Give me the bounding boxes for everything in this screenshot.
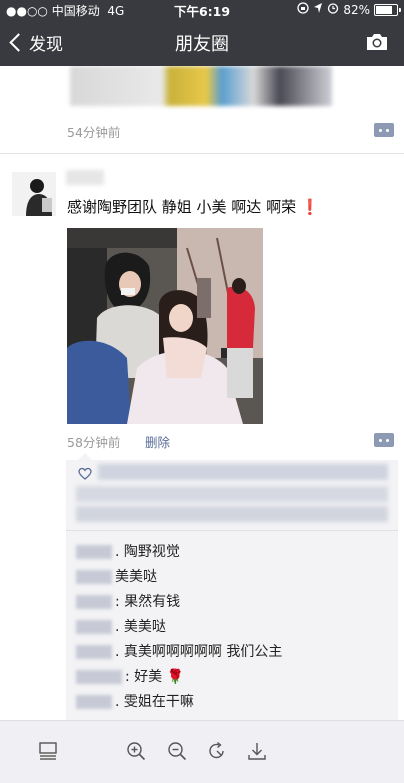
avatar[interactable]	[12, 172, 56, 216]
commenter-name[interactable]	[76, 595, 112, 609]
alarm-icon	[327, 2, 339, 17]
top-bar: ●●○○ 中国移动 4G 下午6:19 82% 发现 朋友圈	[0, 0, 404, 66]
comment-item[interactable]: 美美哒	[76, 566, 157, 586]
commenter-name[interactable]	[76, 670, 122, 684]
commenter-name[interactable]	[76, 620, 112, 634]
comment-text: : 好美 🌹	[125, 669, 185, 685]
viewer-toolbar	[0, 720, 404, 783]
heart-icon	[78, 466, 92, 480]
commenter-name[interactable]	[76, 645, 112, 659]
comment-item[interactable]: . 陶野视觉	[76, 541, 180, 561]
author-name[interactable]	[66, 170, 104, 185]
comments-panel: . 陶野视觉 美美哒 : 果然有钱 . 美美哒 . 真美啊啊啊啊啊 我们公主 :…	[66, 453, 398, 720]
comment-button[interactable]	[374, 433, 394, 447]
likes-names[interactable]	[76, 486, 388, 502]
rotate-icon[interactable]	[207, 741, 227, 761]
comment-text: . 陶野视觉	[115, 544, 180, 560]
comment-button[interactable]	[374, 123, 394, 137]
comment-text: . 真美啊啊啊啊啊 我们公主	[115, 644, 283, 660]
post-photo[interactable]	[67, 228, 263, 424]
comment-text: . 雯姐在干嘛	[115, 694, 194, 710]
zoom-out-icon[interactable]	[167, 741, 187, 761]
exclamation-icon: ❗	[300, 198, 320, 216]
moments-feed[interactable]: 54分钟前 感谢陶野团队 静姐 小美 啊达 啊荣 ❗ 58分钟前 删除 . 陶野…	[0, 66, 404, 720]
commenter-name[interactable]	[76, 695, 112, 709]
battery-icon	[374, 3, 401, 16]
post-text: 感谢陶野团队 静姐 小美 啊达 啊荣 ❗	[67, 196, 320, 217]
comment-text: 美美哒	[115, 569, 157, 585]
pixelated-image	[70, 66, 332, 106]
nav-bar: 发现 朋友圈	[0, 18, 404, 66]
likes-names[interactable]	[98, 464, 388, 480]
post-time: 54分钟前	[67, 125, 121, 140]
layout-icon[interactable]	[38, 741, 58, 761]
status-bar: ●●○○ 中国移动 4G 下午6:19 82%	[0, 0, 404, 19]
comment-item[interactable]: . 美美哒	[76, 616, 166, 636]
likes-names[interactable]	[76, 506, 388, 522]
battery-level	[376, 5, 392, 14]
download-icon[interactable]	[247, 741, 267, 761]
location-icon	[313, 2, 323, 17]
zoom-in-icon[interactable]	[126, 741, 146, 761]
comment-item[interactable]: . 真美啊啊啊啊啊 我们公主	[76, 641, 282, 661]
post-text-body: 感谢陶野团队 静姐 小美 啊达 啊荣	[67, 198, 297, 216]
commenter-name[interactable]	[76, 570, 112, 584]
battery-percent: 82%	[343, 2, 370, 17]
delete-button[interactable]: 删除	[145, 432, 170, 451]
comment-item[interactable]: : 好美 🌹	[76, 666, 184, 686]
camera-icon[interactable]	[364, 32, 390, 52]
comment-text: . 美美哒	[115, 619, 166, 635]
status-right: 82%	[297, 2, 401, 17]
lock-rotation-icon	[297, 2, 309, 17]
comment-item[interactable]: . 雯姐在干嘛	[76, 691, 194, 711]
post-time: 58分钟前	[67, 435, 121, 450]
commenter-name[interactable]	[76, 545, 112, 559]
page-title: 朋友圈	[175, 34, 229, 55]
comment-text: : 果然有钱	[115, 594, 181, 610]
post-divider	[0, 153, 404, 154]
likes-divider	[66, 530, 398, 531]
comment-item[interactable]: : 果然有钱	[76, 591, 180, 611]
